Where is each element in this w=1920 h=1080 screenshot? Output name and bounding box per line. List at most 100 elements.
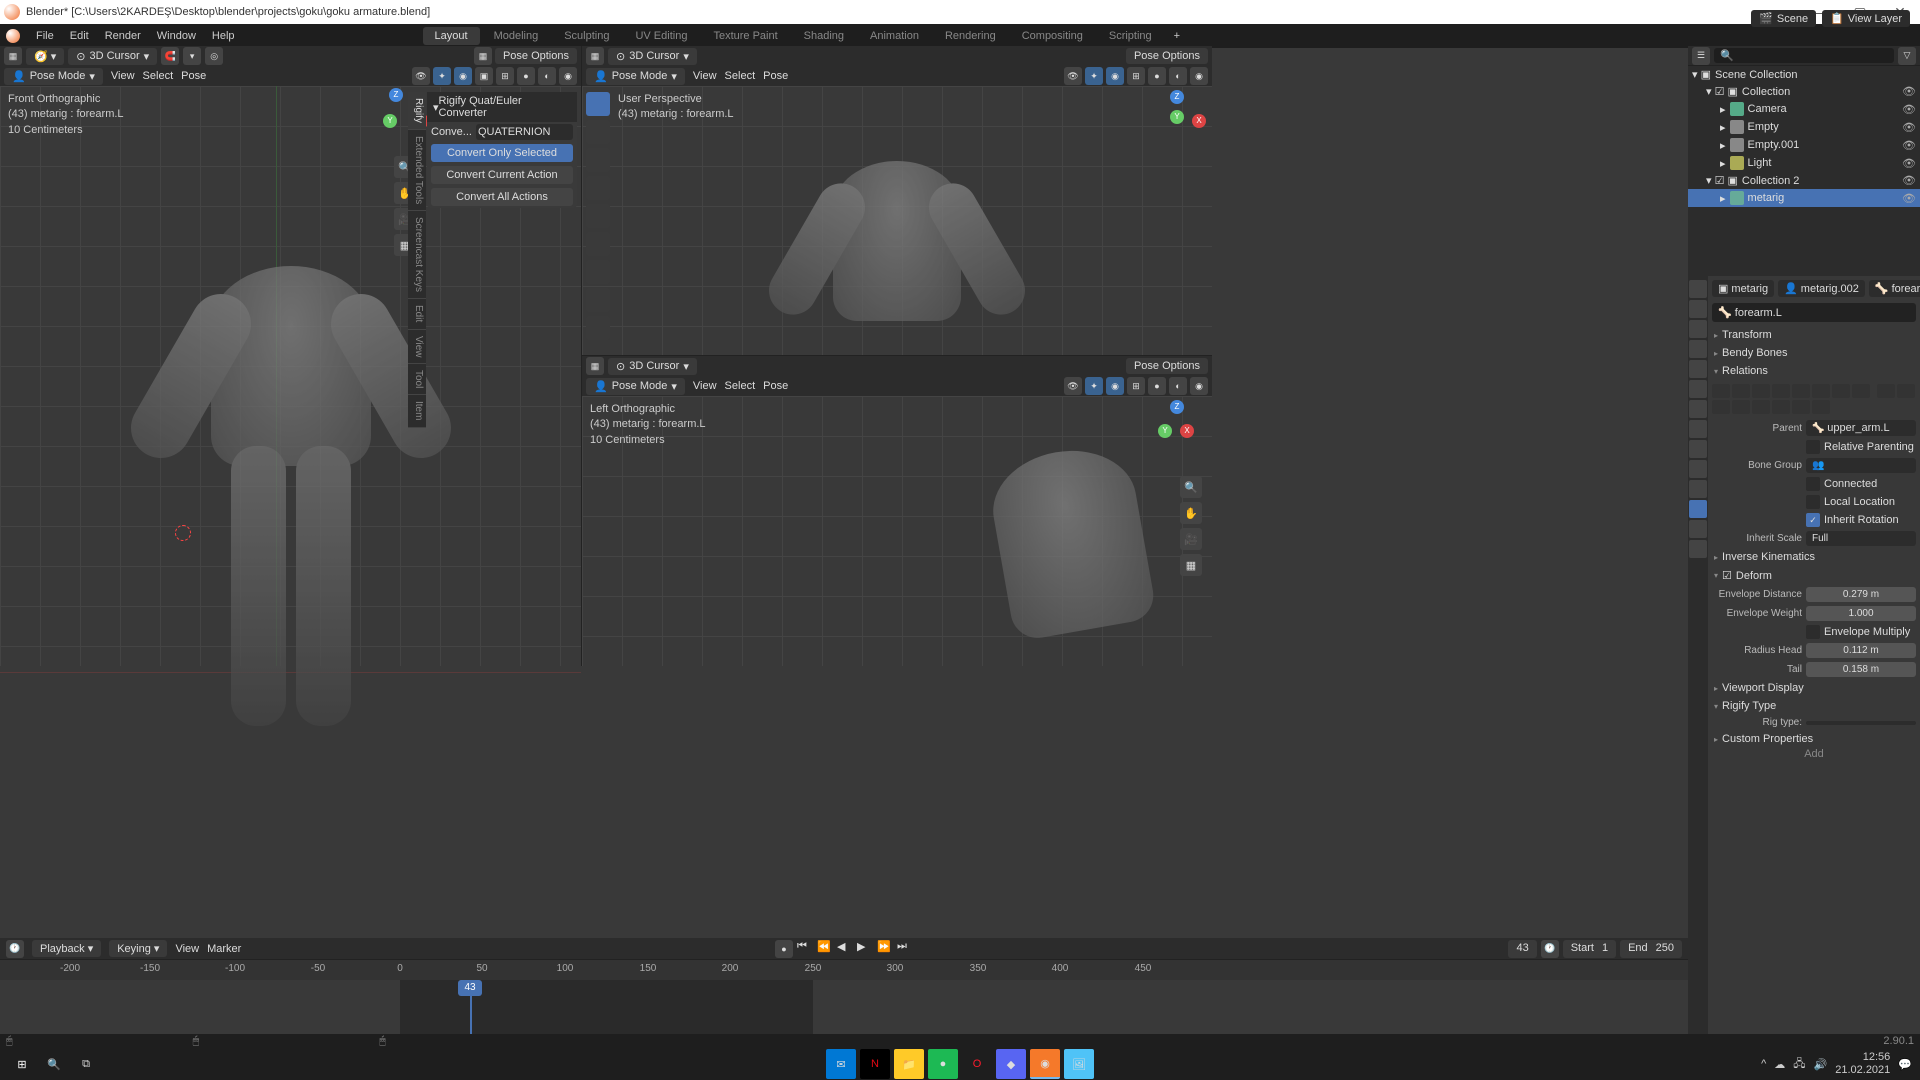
envweight-field[interactable]: 1.000 (1806, 606, 1916, 621)
tray-expand-icon[interactable]: ^ (1761, 1058, 1766, 1070)
panel-custom[interactable]: Custom Properties (1712, 730, 1916, 748)
menu-view[interactable]: View (693, 70, 717, 82)
sidetab-extended[interactable]: Extended Tools (408, 130, 426, 211)
panel-ik[interactable]: Inverse Kinematics (1712, 548, 1916, 566)
tab-modeling[interactable]: Modeling (482, 27, 551, 45)
app-opera[interactable]: O (962, 1049, 992, 1079)
keyframe-next-icon[interactable]: ⏩ (877, 940, 893, 956)
rotate-tool[interactable] (586, 176, 610, 200)
proptab-world[interactable] (1689, 360, 1707, 378)
outliner-tree[interactable]: ▾ ▣ Scene Collection ▾ ☑ ▣ Collection 👁 … (1688, 66, 1920, 276)
shading-solid-icon[interactable]: ● (517, 67, 535, 85)
menu-pose[interactable]: Pose (763, 70, 788, 82)
jump-start-icon[interactable]: ⏮ (797, 940, 813, 956)
panel-vpdisplay[interactable]: Viewport Display (1712, 679, 1916, 697)
proptab-bone[interactable] (1689, 500, 1707, 518)
shading-wire-icon[interactable]: ⊞ (1127, 67, 1145, 85)
gizmo-icon[interactable]: ✦ (433, 67, 451, 85)
envmult-checkbox[interactable] (1806, 625, 1820, 639)
overlay-icon[interactable]: 👁 (412, 67, 430, 85)
proptab-physics[interactable] (1689, 440, 1707, 458)
layer-boxes[interactable] (1712, 380, 1916, 418)
inheritscale-field[interactable]: Full (1806, 531, 1916, 546)
tab-texturepaint[interactable]: Texture Paint (701, 27, 789, 45)
app-discord[interactable]: ◆ (996, 1049, 1026, 1079)
grid-icon[interactable]: ▦ (1180, 554, 1202, 576)
tab-compositing[interactable]: Compositing (1010, 27, 1095, 45)
sidetab-edit[interactable]: Edit (408, 299, 426, 329)
nav-gizmo[interactable]: Y X Z (1152, 96, 1202, 146)
gizmo-icon[interactable]: ✦ (1085, 377, 1103, 395)
move-tool[interactable] (586, 148, 610, 172)
convert-current-button[interactable]: Convert Current Action (431, 166, 573, 184)
pose-options[interactable]: Pose Options (495, 48, 577, 64)
menu-view[interactable]: View (111, 70, 135, 82)
proptab-scene[interactable] (1689, 340, 1707, 358)
start-button[interactable]: ⊞ (8, 1050, 36, 1078)
relparent-checkbox[interactable] (1806, 440, 1820, 454)
start-field[interactable]: Start 1 (1563, 940, 1616, 958)
xray-toggle-icon[interactable]: ▣ (475, 67, 493, 85)
proptab-boneconstraint[interactable] (1689, 520, 1707, 538)
tab-sculpting[interactable]: Sculpting (552, 27, 621, 45)
overlay-icon[interactable]: 👁 (1064, 377, 1082, 395)
sidetab-screencast[interactable]: Screencast Keys (408, 211, 426, 299)
axis-y-icon[interactable]: Y (383, 114, 397, 128)
timeline-view[interactable]: View (175, 943, 199, 955)
pivot-select[interactable]: ⊙ 3D Cursor ▾ (608, 48, 697, 65)
timeline-type-icon[interactable]: 🕐 (6, 940, 24, 958)
shading-render-icon[interactable]: ◉ (1190, 67, 1208, 85)
notifications-icon[interactable]: 💬 (1898, 1058, 1912, 1071)
panel-relations[interactable]: Relations (1712, 362, 1916, 380)
clock-icon[interactable]: 🕐 (1541, 940, 1559, 958)
propedit-icon[interactable]: ◎ (205, 47, 223, 65)
menu-help[interactable]: Help (204, 30, 243, 42)
tail-field[interactable]: 0.158 m (1806, 662, 1916, 677)
select-tool[interactable] (586, 92, 610, 116)
rotmode-select[interactable]: QUATERNION (476, 124, 573, 140)
radhead-field[interactable]: 0.112 m (1806, 643, 1916, 658)
frame-field[interactable]: 43 (1508, 940, 1536, 958)
panel-bendy[interactable]: Bendy Bones (1712, 344, 1916, 362)
app-explorer[interactable]: 📁 (894, 1049, 924, 1079)
shading-solid-icon[interactable]: ● (1148, 67, 1166, 85)
proptab-object[interactable] (1689, 380, 1707, 398)
viewport-left-ortho[interactable]: ▦ ⊙ 3D Cursor ▾ Pose Options 👤 Pose Mode… (582, 356, 1212, 666)
tray-network-icon[interactable]: 🖧 (1793, 1055, 1805, 1074)
menu-file[interactable]: File (28, 30, 62, 42)
sidetab-view[interactable]: View (408, 330, 426, 365)
sidetab-rigify[interactable]: Rigify (408, 92, 426, 130)
tab-shading[interactable]: Shading (792, 27, 856, 45)
timeline-ruler[interactable]: -200 -150 -100 -50 0 50 100 150 200 250 … (0, 960, 1688, 980)
editor-type-icon[interactable]: ▦ (586, 357, 604, 375)
tab-rendering[interactable]: Rendering (933, 27, 1008, 45)
pivot-select[interactable]: ⊙ 3D Cursor ▾ (608, 358, 697, 375)
shading-matprev-icon[interactable]: ◐ (1169, 67, 1187, 85)
tree-metarig[interactable]: ▸ metarig 👁 (1688, 189, 1920, 207)
overlays-icon[interactable]: ◉ (1106, 377, 1124, 395)
shading-wire-icon[interactable]: ⊞ (1127, 377, 1145, 395)
pan-icon[interactable]: ✋ (1180, 502, 1202, 524)
menu-pose[interactable]: Pose (763, 380, 788, 392)
add-workspace-button[interactable]: + (1166, 30, 1188, 42)
jump-end-icon[interactable]: ⏭ (897, 940, 913, 956)
shading-matprev-icon[interactable]: ◐ (1169, 377, 1187, 395)
menu-edit[interactable]: Edit (62, 30, 97, 42)
overlays-icon[interactable]: ◉ (454, 67, 472, 85)
tab-uvediting[interactable]: UV Editing (623, 27, 699, 45)
menu-view[interactable]: View (693, 380, 717, 392)
mode-select[interactable]: 👤 Pose Mode ▾ (586, 378, 685, 395)
outliner-search[interactable]: 🔍 (1714, 48, 1894, 63)
panel-rigtype[interactable]: Rigify Type (1712, 697, 1916, 715)
mode-select[interactable]: 👤 Pose Mode ▾ (4, 68, 103, 85)
menu-window[interactable]: Window (149, 30, 204, 42)
parent-field[interactable]: 🦴 upper_arm.L (1806, 420, 1916, 436)
tray-volume-icon[interactable]: 🔊 (1814, 1058, 1828, 1071)
snap-mode-icon[interactable]: ▾ (183, 47, 201, 65)
convert-selected-button[interactable]: Convert Only Selected (431, 144, 573, 162)
tree-root[interactable]: ▾ ▣ Scene Collection (1688, 66, 1920, 83)
xray-icon[interactable]: ▦ (474, 47, 492, 65)
bone-name-field[interactable]: 🦴 forearm.L (1712, 303, 1916, 322)
annotate-tool[interactable] (586, 260, 610, 284)
snap-icon[interactable]: 🧲 (161, 47, 179, 65)
